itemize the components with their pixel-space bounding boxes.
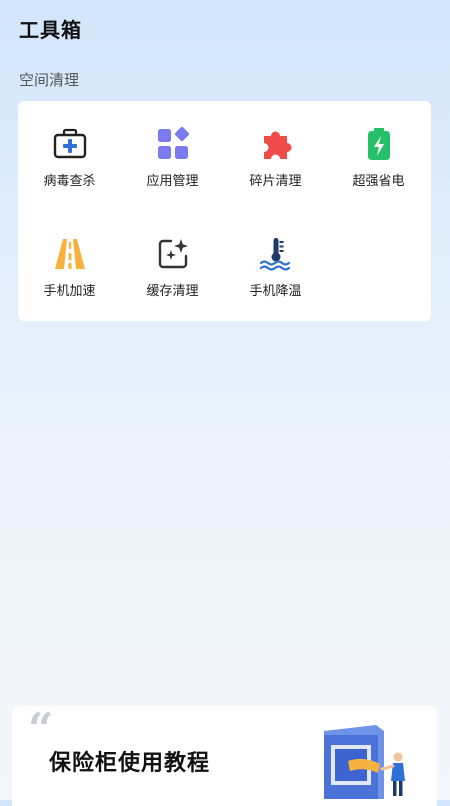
safe-illustration-icon: [314, 721, 414, 801]
tool-label: 病毒查杀: [43, 174, 96, 189]
tool-cache-clean[interactable]: 缓存清理: [121, 211, 224, 321]
banner-title: 保险柜使用教程: [49, 751, 211, 776]
tool-fragment-clean[interactable]: 碎片清理: [224, 101, 327, 211]
section-title-space-clean: 空间清理: [19, 71, 80, 89]
tool-label: 应用管理: [146, 174, 199, 189]
page-title: 工具箱: [19, 18, 82, 42]
medical-kit-icon: [52, 126, 88, 162]
tool-label: 碎片清理: [249, 174, 302, 189]
app-grid-icon: [155, 126, 191, 162]
battery-charge-icon: [361, 126, 397, 162]
sparkle-image-icon: [155, 236, 191, 272]
tool-label: 超强省电: [352, 174, 405, 189]
tool-app-manage[interactable]: 应用管理: [121, 101, 224, 211]
tool-phone-cool[interactable]: 手机降温: [224, 211, 327, 321]
tool-label: 缓存清理: [146, 284, 199, 299]
tool-power-save[interactable]: 超强省电: [327, 101, 430, 211]
tool-virus-scan[interactable]: 病毒查杀: [18, 101, 121, 211]
tool-label: 手机加速: [43, 284, 96, 299]
tool-label: 手机降温: [249, 284, 302, 299]
thermometer-water-icon: [258, 236, 294, 272]
safe-tutorial-banner[interactable]: “ 保险柜使用教程: [12, 706, 437, 806]
puzzle-piece-icon: [258, 126, 294, 162]
tools-card: 病毒查杀 应用管理 碎片清理 超强省电 手机加速 缓存清理 手机降温: [18, 101, 431, 321]
tool-phone-boost[interactable]: 手机加速: [18, 211, 121, 321]
road-icon: [52, 236, 88, 272]
